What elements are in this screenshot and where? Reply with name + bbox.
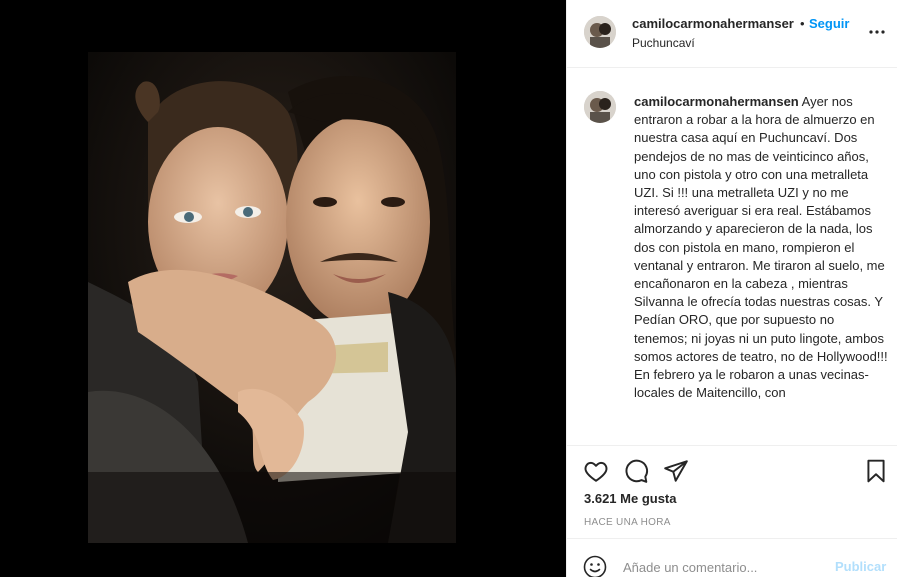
post-timestamp[interactable]: HACE UNA HORA: [584, 517, 671, 528]
post-photo-image: [88, 52, 456, 543]
post-caption: camilocarmonahermansen Ayer nos entraron…: [634, 93, 888, 402]
follow-button[interactable]: Seguir: [809, 16, 849, 31]
author-avatar[interactable]: [584, 16, 616, 48]
publish-button[interactable]: Publicar: [835, 559, 886, 574]
caption-text: Ayer nos entraron a robar a la hora de a…: [634, 94, 888, 401]
add-comment-bar: Publicar: [567, 538, 897, 577]
comment-bubble-icon[interactable]: [623, 458, 649, 484]
caption-author-avatar[interactable]: [584, 91, 616, 123]
like-count[interactable]: 3.621 Me gusta: [584, 491, 677, 506]
bookmark-icon[interactable]: [863, 458, 889, 484]
post-media-pane: [0, 0, 566, 577]
heart-icon[interactable]: [583, 458, 609, 484]
post-header: camilocarmonahermanser • Seguir Puchunca…: [567, 0, 897, 68]
post-photo[interactable]: [88, 52, 456, 543]
header-separator: •: [800, 16, 805, 31]
more-options-icon[interactable]: [867, 24, 887, 40]
caption-username[interactable]: camilocarmonahermansen: [634, 94, 799, 109]
post-location[interactable]: Puchuncaví: [632, 36, 695, 50]
smiley-face-icon[interactable]: [583, 555, 607, 577]
comments-area[interactable]: camilocarmonahermansen Ayer nos entraron…: [567, 69, 897, 445]
author-username[interactable]: camilocarmonahermanser: [632, 16, 794, 31]
post-side-panel: camilocarmonahermanser • Seguir Puchunca…: [566, 0, 897, 577]
comment-input[interactable]: [623, 557, 823, 577]
paper-plane-icon[interactable]: [663, 458, 689, 484]
